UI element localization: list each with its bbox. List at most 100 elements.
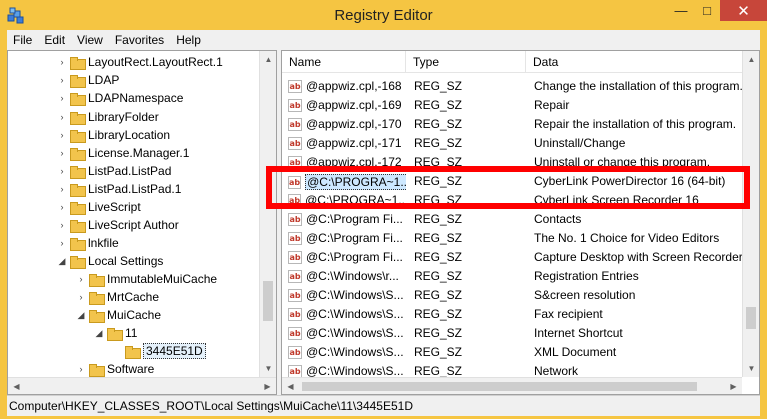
table-row[interactable]: ab @C:\Windows\S... REG_SZ XML Document xyxy=(282,343,742,362)
folder-icon xyxy=(70,129,86,143)
string-value-icon: ab xyxy=(288,79,302,93)
tree-item-selected[interactable]: 3445E51D xyxy=(111,342,206,360)
scroll-right-icon[interactable]: ▶ xyxy=(725,378,742,395)
expand-arrow-icon[interactable]: › xyxy=(56,166,68,176)
menu-edit[interactable]: Edit xyxy=(38,33,71,47)
scroll-left-icon[interactable]: ◀ xyxy=(8,378,25,395)
table-row[interactable]: ab @C:\Windows\S... REG_SZ Fax recipient xyxy=(282,305,742,324)
tree-item[interactable]: › ListPad.ListPad.1 xyxy=(56,180,181,198)
value-name: @appwiz.cpl,-168 xyxy=(306,79,402,93)
minimize-button[interactable]: — xyxy=(668,0,694,21)
scroll-thumb[interactable] xyxy=(746,307,756,329)
tree-horizontal-scrollbar[interactable]: ◀ ▶ xyxy=(8,377,276,394)
table-row[interactable]: ab @C:\Windows\S... REG_SZ S&creen resolu… xyxy=(282,286,742,305)
folder-icon xyxy=(70,111,86,125)
menu-file[interactable]: File xyxy=(7,33,38,47)
tree-item[interactable]: › ImmutableMuiCache xyxy=(75,270,217,288)
menu-view[interactable]: View xyxy=(71,33,109,47)
value-data: Change the installation of this program. xyxy=(534,79,743,93)
tree-item[interactable]: › ListPad.ListPad xyxy=(56,162,171,180)
tree-item[interactable]: › MrtCache xyxy=(75,288,159,306)
string-value-icon: ab xyxy=(288,364,302,378)
scroll-right-icon[interactable]: ▶ xyxy=(259,378,276,395)
tree-item[interactable]: › LiveScript xyxy=(56,198,141,216)
expand-arrow-icon[interactable]: › xyxy=(56,220,68,230)
tree-item-11[interactable]: ◢ 11 xyxy=(93,324,137,342)
tree-item[interactable]: › LayoutRect.LayoutRect.1 xyxy=(56,53,223,71)
tree-item-local-settings[interactable]: ◢ Local Settings xyxy=(56,252,163,270)
folder-icon xyxy=(70,201,86,215)
tree-item[interactable]: › LibraryFolder xyxy=(56,108,159,126)
expand-arrow-icon[interactable]: › xyxy=(56,184,68,194)
close-button[interactable]: ✕ xyxy=(720,0,767,21)
folder-icon xyxy=(70,255,86,269)
expand-arrow-icon[interactable]: › xyxy=(75,292,87,302)
tree-item[interactable]: › License.Manager.1 xyxy=(56,144,189,162)
scroll-thumb[interactable] xyxy=(263,281,273,321)
table-row[interactable]: ab @C:\Program Fi... REG_SZ Capture Deskt… xyxy=(282,248,743,267)
tree-vertical-scrollbar[interactable]: ▲ ▼ xyxy=(259,51,276,377)
table-row[interactable]: ab @C:\Program Fi... REG_SZ Contacts xyxy=(282,210,742,229)
expand-arrow-icon[interactable]: › xyxy=(56,112,68,122)
tree-item-muicache[interactable]: ◢ MuiCache xyxy=(75,306,161,324)
tree-item[interactable]: › LiveScript Author xyxy=(56,216,179,234)
string-value-icon: ab xyxy=(288,345,302,359)
table-row[interactable]: ab @C:\Windows\S... REG_SZ Internet Short… xyxy=(282,324,742,343)
menu-help[interactable]: Help xyxy=(170,33,207,47)
table-row[interactable]: ab @C:\PROGRA~1... REG_SZ CyberLink Scree… xyxy=(282,191,742,210)
menu-favorites[interactable]: Favorites xyxy=(109,33,170,47)
expand-arrow-icon[interactable]: › xyxy=(75,364,87,374)
expand-arrow-icon[interactable]: › xyxy=(56,93,68,103)
value-data: Network xyxy=(534,364,579,378)
tree-item[interactable]: › LibraryLocation xyxy=(56,126,170,144)
collapse-arrow-icon[interactable]: ◢ xyxy=(56,256,68,267)
expand-arrow-icon[interactable]: › xyxy=(56,148,68,158)
table-row[interactable]: ab @appwiz.cpl,-168 REG_SZ Change the ins… xyxy=(282,77,743,96)
table-row[interactable]: ab @appwiz.cpl,-169 REG_SZ Repair xyxy=(282,96,742,115)
maximize-button[interactable]: □ xyxy=(694,0,720,21)
expand-arrow-icon[interactable]: › xyxy=(56,57,68,67)
value-name: @appwiz.cpl,-169 xyxy=(306,98,402,112)
value-name: @C:\Program Fi... xyxy=(306,231,403,245)
tree-item[interactable]: › lnkfile xyxy=(56,234,119,252)
expand-arrow-icon[interactable]: › xyxy=(56,130,68,140)
table-row[interactable]: ab @C:\Windows\r... REG_SZ Registration E… xyxy=(282,267,742,286)
expand-arrow-icon[interactable]: › xyxy=(56,75,68,85)
key-tree-pane[interactable]: › LayoutRect.LayoutRect.1 › LDAP › LDAPN… xyxy=(7,50,277,395)
scroll-down-icon[interactable]: ▼ xyxy=(260,360,276,377)
values-list-pane[interactable]: Name Type Data ab @appwiz.cpl,-168 REG_SZ… xyxy=(281,50,760,395)
table-row-selected[interactable]: ab @C:\PROGRA~1... REG_SZ CyberLink Power… xyxy=(282,172,742,191)
column-header-name[interactable]: Name xyxy=(282,51,406,73)
tree-item-label: Software xyxy=(107,362,155,376)
collapse-arrow-icon[interactable]: ◢ xyxy=(93,328,105,339)
column-header-data[interactable]: Data xyxy=(526,51,759,73)
table-row[interactable]: ab @appwiz.cpl,-171 REG_SZ Uninstall/Chan… xyxy=(282,134,742,153)
expand-arrow-icon[interactable]: › xyxy=(56,238,68,248)
tree-item[interactable]: › LDAP xyxy=(56,71,119,89)
scroll-left-icon[interactable]: ◀ xyxy=(282,378,299,395)
value-name: @C:\Windows\S... xyxy=(306,307,404,321)
value-name: @C:\PROGRA~1... xyxy=(305,193,406,207)
collapse-arrow-icon[interactable]: ◢ xyxy=(75,310,87,321)
tree-item-label: ListPad.ListPad.1 xyxy=(88,182,182,196)
folder-icon xyxy=(89,273,105,287)
values-vertical-scrollbar[interactable]: ▲ ▼ xyxy=(742,51,759,377)
folder-icon xyxy=(70,147,86,161)
tree-item[interactable]: › Software xyxy=(75,360,154,378)
column-header-type[interactable]: Type xyxy=(406,51,526,73)
values-horizontal-scrollbar[interactable]: ◀ ▶ xyxy=(282,377,742,394)
tree-item[interactable]: › LDAPNamespace xyxy=(56,89,183,107)
scroll-up-icon[interactable]: ▲ xyxy=(743,51,759,68)
scroll-thumb[interactable] xyxy=(302,382,697,391)
editor-body: › LayoutRect.LayoutRect.1 › LDAP › LDAPN… xyxy=(7,50,760,395)
table-row[interactable]: ab @C:\Program Fi... REG_SZ The No. 1 Cho… xyxy=(282,229,742,248)
expand-arrow-icon[interactable]: › xyxy=(75,274,87,284)
table-row[interactable]: ab @appwiz.cpl,-170 REG_SZ Repair the ins… xyxy=(282,115,742,134)
folder-icon xyxy=(89,309,105,323)
expand-arrow-icon[interactable]: › xyxy=(56,202,68,212)
value-data: CyberLink PowerDirector 16 (64-bit) xyxy=(534,174,726,188)
table-row[interactable]: ab @appwiz.cpl,-172 REG_SZ Uninstall or c… xyxy=(282,153,742,172)
scroll-down-icon[interactable]: ▼ xyxy=(743,360,759,377)
scroll-up-icon[interactable]: ▲ xyxy=(260,51,276,68)
value-type: REG_SZ xyxy=(414,193,463,207)
